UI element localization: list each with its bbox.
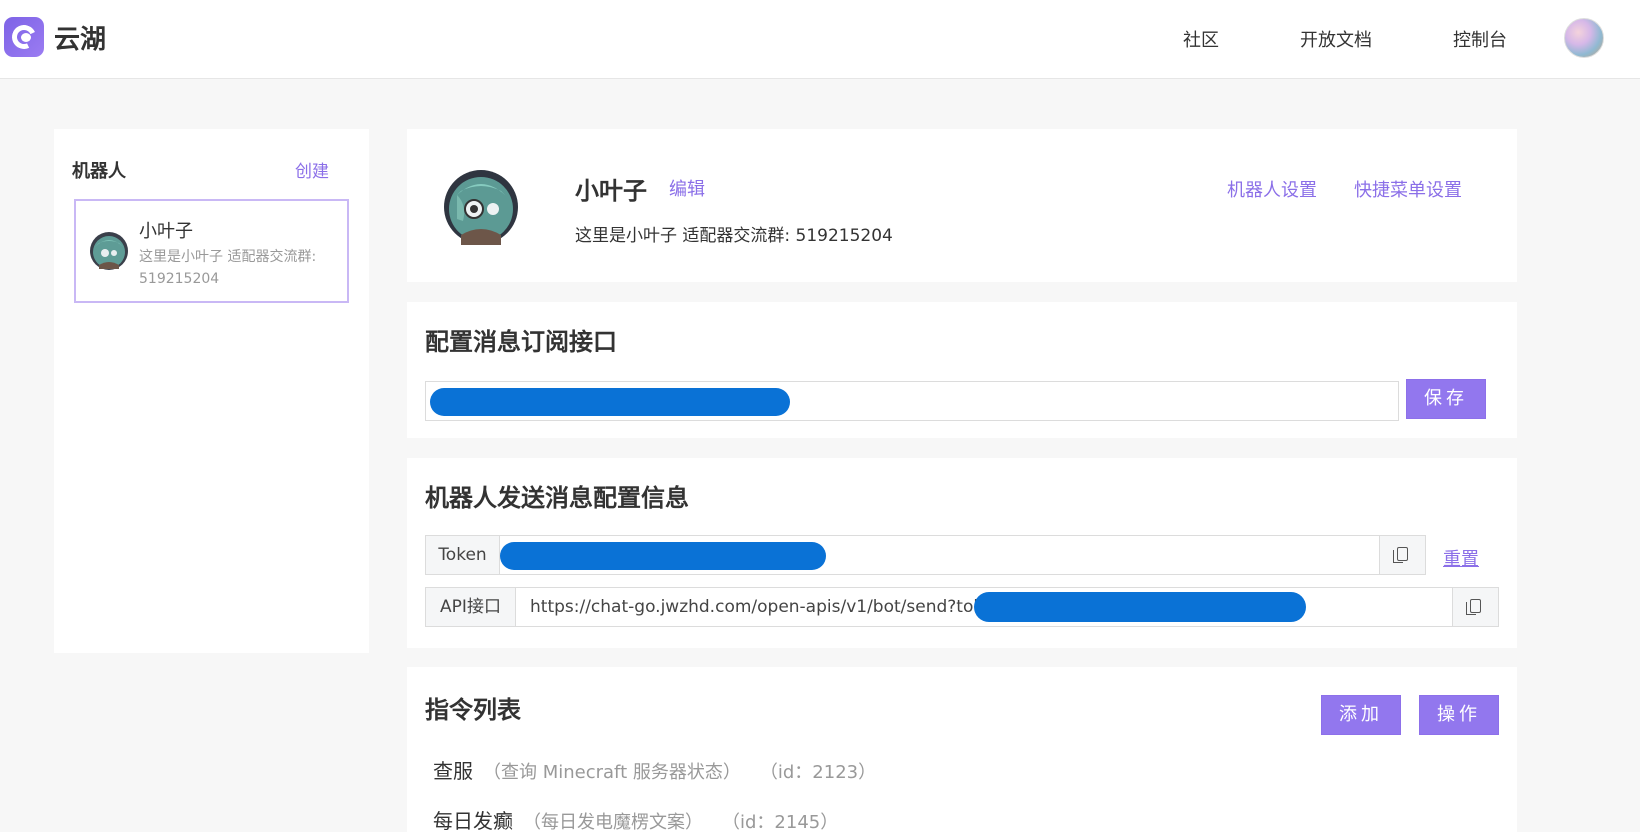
bot-info-panel: 小叶子 编辑 这里是小叶子 适配器交流群: 519215204 机器人设置 快捷…: [407, 129, 1517, 282]
quick-menu-settings-link[interactable]: 快捷菜单设置: [1354, 176, 1462, 202]
bot-sidebar: 机器人 创建 小叶子 这里是小叶子 适配器交流群: 519215204: [54, 129, 369, 653]
command-id: （id：2145）: [731, 812, 839, 832]
subscription-panel: 配置消息订阅接口 保存: [407, 302, 1517, 438]
bot-avatar: [90, 232, 128, 270]
subscription-title: 配置消息订阅接口: [425, 328, 617, 356]
send-config-panel: 机器人发送消息配置信息 Token 重置 API接口 https://chat-…: [407, 458, 1517, 648]
reset-token-link[interactable]: 重置: [1443, 545, 1479, 571]
add-command-button[interactable]: 添加: [1321, 695, 1401, 735]
api-url-field: API接口 https://chat-go.jwzhd.com/open-api…: [425, 587, 1499, 627]
copy-token-button[interactable]: [1379, 536, 1425, 574]
api-label: API接口: [426, 588, 516, 626]
nav-community[interactable]: 社区: [1183, 26, 1219, 52]
nav-console[interactable]: 控制台: [1453, 26, 1507, 52]
bot-avatar-large: [444, 170, 518, 245]
command-id: （id：2123）: [768, 762, 877, 783]
bot-list-name: 小叶子: [139, 221, 193, 242]
bot-description: 这里是小叶子 适配器交流群: 519215204: [575, 226, 893, 246]
redaction-mark: [430, 388, 790, 416]
api-url-text[interactable]: https://chat-go.jwzhd.com/open-apis/v1/b…: [530, 588, 1004, 626]
command-description: （每日发电魔楞文案）: [523, 812, 703, 832]
subscription-url-input[interactable]: [425, 381, 1399, 421]
command-description: （查询 Minecraft 服务器状态）: [483, 762, 741, 783]
command-name: 查服: [433, 759, 473, 783]
copy-api-url-button[interactable]: [1452, 588, 1498, 626]
bot-settings-link[interactable]: 机器人设置: [1227, 176, 1317, 202]
app-logo[interactable]: 云湖: [4, 17, 106, 57]
token-field: Token: [425, 535, 1426, 575]
redaction-mark: [974, 592, 1306, 622]
copy-icon: [1393, 547, 1408, 563]
bot-list-item[interactable]: 小叶子 这里是小叶子 适配器交流群: 519215204: [74, 199, 349, 303]
app-name: 云湖: [54, 24, 107, 55]
edit-bot-link[interactable]: 编辑: [669, 175, 705, 201]
create-bot-link[interactable]: 创建: [295, 157, 329, 182]
commands-title: 指令列表: [425, 696, 521, 724]
command-name: 每日发癫: [433, 809, 513, 832]
command-list-item[interactable]: 每日发癫 （每日发电魔楞文案） （id：2145）: [433, 805, 838, 832]
command-list-item[interactable]: 查服 （查询 Minecraft 服务器状态） （id：2123）: [433, 755, 876, 784]
command-operations-button[interactable]: 操作: [1419, 695, 1499, 735]
bot-name: 小叶子: [575, 177, 647, 205]
commands-panel: 指令列表 添加 操作 查服 （查询 Minecraft 服务器状态） （id：212…: [407, 667, 1517, 832]
nav-docs[interactable]: 开放文档: [1300, 26, 1372, 52]
copy-icon: [1466, 599, 1481, 615]
top-navbar: 云湖 社区 开放文档 控制台: [0, 0, 1640, 79]
token-label: Token: [426, 536, 500, 574]
send-config-title: 机器人发送消息配置信息: [425, 484, 689, 512]
redaction-mark: [500, 542, 826, 570]
bot-list-description: 这里是小叶子 适配器交流群: 519215204: [139, 249, 317, 287]
user-avatar[interactable]: [1564, 18, 1604, 58]
sidebar-title: 机器人: [72, 161, 126, 182]
save-button[interactable]: 保存: [1406, 379, 1486, 419]
yunhu-logo-icon: [4, 17, 44, 57]
